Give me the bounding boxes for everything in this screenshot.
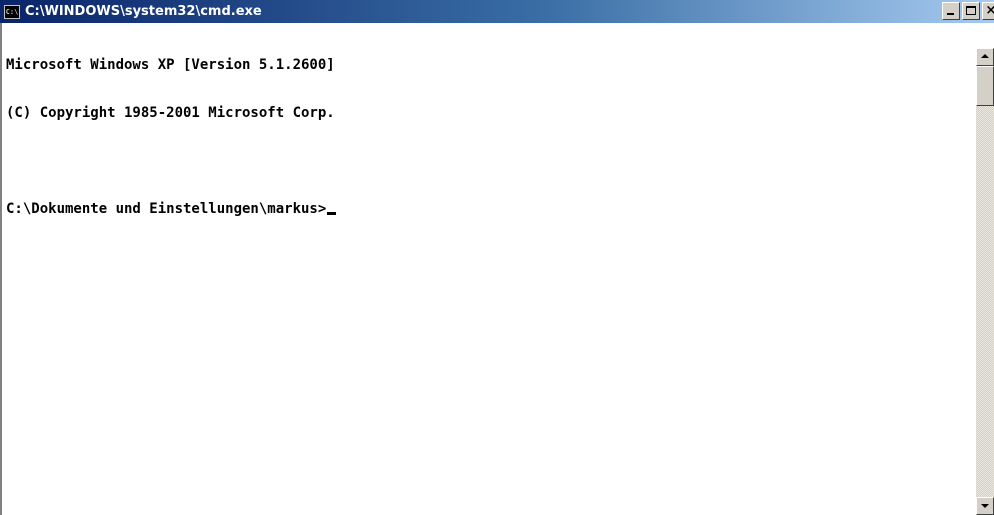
scroll-up-button[interactable] bbox=[976, 48, 994, 66]
cmd-window: C:\ C:\WINDOWS\system32\cmd.exe × Micros… bbox=[0, 0, 994, 515]
close-icon: × bbox=[985, 3, 994, 18]
console-prompt-line: C:\Dokumente und Einstellungen\markus> bbox=[6, 201, 976, 217]
text-cursor bbox=[327, 212, 337, 215]
console-line: (C) Copyright 1985-2001 Microsoft Corp. bbox=[6, 105, 335, 121]
scroll-down-button[interactable] bbox=[976, 497, 994, 515]
scrollbar-thumb[interactable] bbox=[976, 66, 994, 106]
arrow-up-icon bbox=[981, 54, 989, 58]
console-line: Microsoft Windows XP [Version 5.1.2600] bbox=[6, 57, 335, 73]
minimize-button[interactable] bbox=[942, 2, 960, 20]
maximize-icon bbox=[966, 6, 976, 15]
cmd-icon[interactable]: C:\ bbox=[4, 4, 20, 19]
close-button[interactable]: × bbox=[982, 2, 994, 20]
maximize-button[interactable] bbox=[962, 2, 980, 20]
window-title: C:\WINDOWS\system32\cmd.exe bbox=[25, 4, 262, 19]
console-output[interactable]: Microsoft Windows XP [Version 5.1.2600] … bbox=[0, 23, 976, 515]
vertical-scrollbar-track[interactable] bbox=[976, 48, 994, 515]
console-prompt: C:\Dokumente und Einstellungen\markus> bbox=[6, 201, 327, 217]
window-controls: × bbox=[942, 2, 994, 20]
minimize-icon bbox=[947, 13, 954, 15]
arrow-down-icon bbox=[981, 504, 989, 508]
title-bar[interactable]: C:\ C:\WINDOWS\system32\cmd.exe × bbox=[0, 0, 994, 23]
